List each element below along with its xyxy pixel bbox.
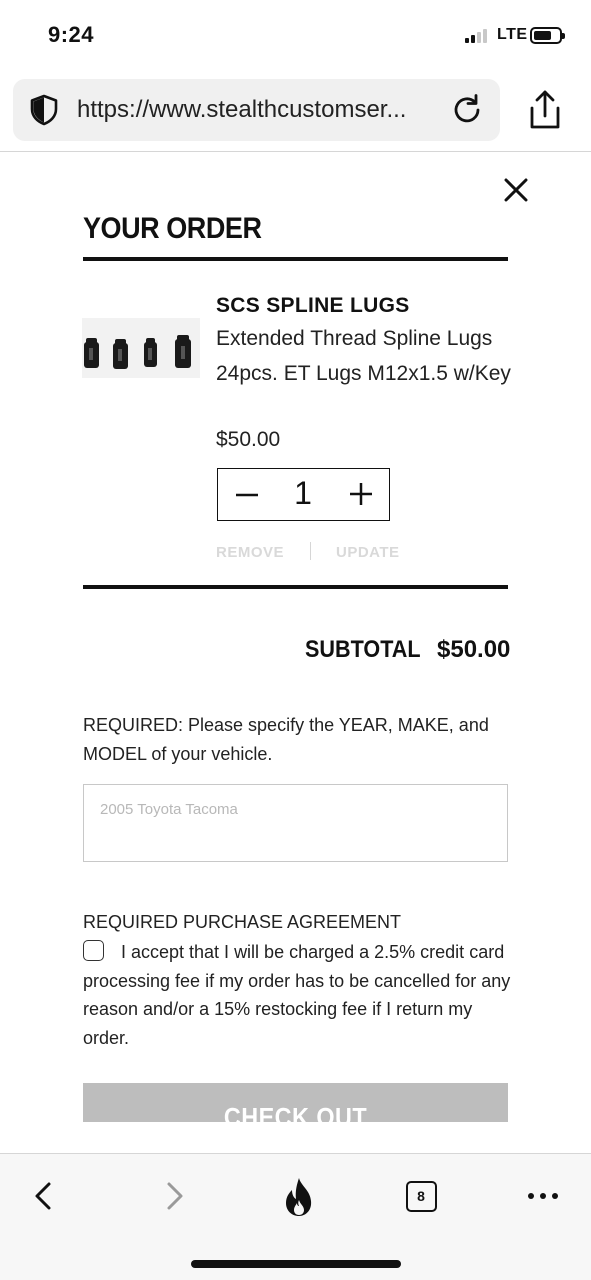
product-name[interactable]: SCS SPLINE LUGS: [216, 294, 410, 318]
update-link[interactable]: UPDATE: [336, 544, 400, 561]
order-title: YOUR ORDER: [83, 212, 262, 245]
signal-icon: [465, 29, 493, 43]
order-bottom-rule: [83, 585, 508, 589]
tab-count: 8: [417, 1188, 425, 1204]
agreement-checkbox[interactable]: [83, 940, 104, 961]
share-icon[interactable]: [524, 88, 566, 132]
remove-link[interactable]: REMOVE: [216, 544, 284, 561]
header-divider: [0, 151, 591, 152]
product-image: [82, 318, 200, 378]
url-bar[interactable]: https://www.stealthcustomser...: [13, 79, 500, 141]
home-indicator[interactable]: [191, 1260, 401, 1268]
tabs-icon[interactable]: 8: [406, 1181, 437, 1212]
quantity-stepper: 1: [217, 468, 390, 521]
forward-icon[interactable]: [163, 1181, 187, 1211]
checkout-label: CHECK OUT: [223, 1102, 368, 1122]
battery-level: [534, 31, 551, 40]
status-time: 9:24: [48, 22, 95, 47]
more-icon[interactable]: [526, 1191, 560, 1201]
back-icon[interactable]: [31, 1181, 55, 1211]
status-bar: 9:24 LTE: [0, 0, 591, 70]
checkout-button[interactable]: CHECK OUT: [83, 1083, 508, 1122]
agreement-text: I accept that I will be charged a 2.5% c…: [83, 942, 511, 1048]
agreement-heading: REQUIRED PURCHASE AGREEMENT: [83, 912, 402, 932]
vehicle-note: REQUIRED: Please specify the YEAR, MAKE,…: [83, 715, 489, 764]
network-label: LTE: [497, 26, 528, 43]
plus-icon[interactable]: [348, 481, 374, 507]
battery-icon: [530, 27, 565, 44]
shield-icon[interactable]: [27, 93, 61, 127]
quantity-value[interactable]: 1: [288, 475, 318, 512]
subtotal-value: $50.00: [437, 636, 511, 663]
product-description: Extended Thread Spline Lugs 24pcs. ET Lu…: [216, 327, 511, 385]
bottom-toolbar: 8: [0, 1153, 591, 1280]
order-top-rule: [83, 257, 508, 261]
minus-icon[interactable]: [234, 483, 260, 507]
close-icon[interactable]: [501, 175, 531, 205]
subtotal-label: SUBTOTAL: [305, 636, 421, 663]
fire-icon[interactable]: [281, 1176, 317, 1218]
product-price: $50.00: [216, 428, 281, 451]
reload-icon[interactable]: [449, 92, 485, 128]
link-divider: [310, 542, 311, 560]
url-text[interactable]: https://www.stealthcustomser...: [77, 96, 445, 124]
vehicle-input[interactable]: [83, 784, 508, 862]
